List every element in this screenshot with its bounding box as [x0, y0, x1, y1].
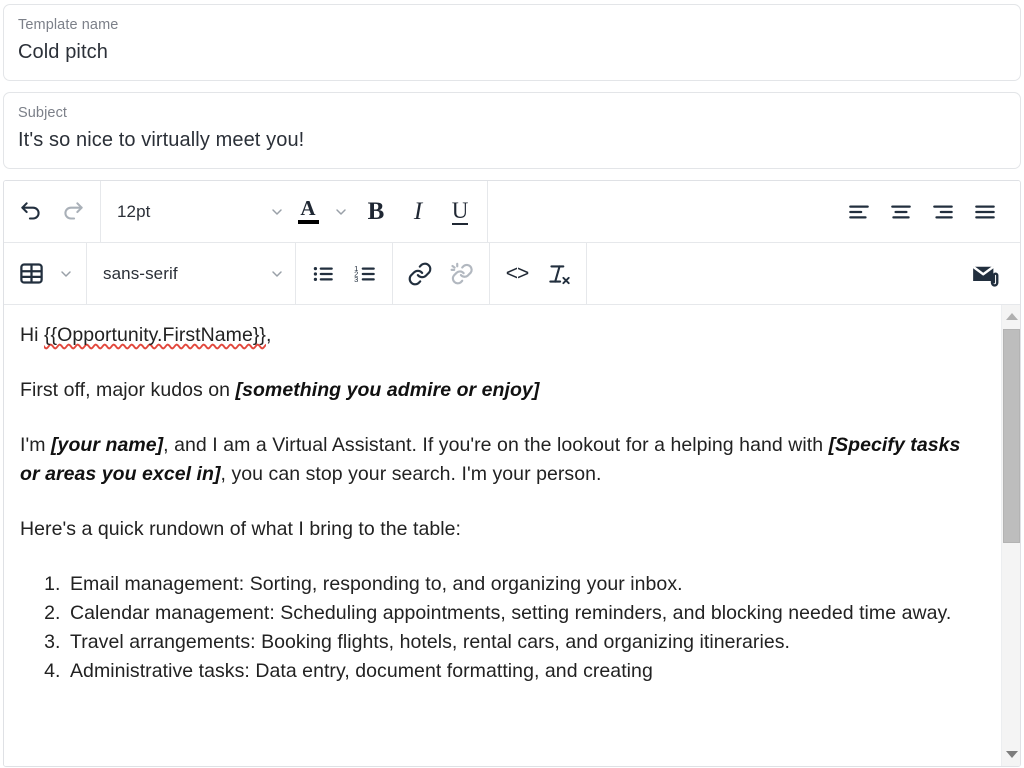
font-size-value: 12pt	[117, 201, 151, 221]
numbered-list-button[interactable]: 1 2 3	[344, 252, 386, 296]
scroll-up-icon[interactable]	[1002, 307, 1020, 326]
body-paragraph-intro: I'm [your name], and I am a Virtual Assi…	[20, 431, 985, 489]
code-format-group: <>	[490, 243, 587, 304]
unlink-button[interactable]	[441, 252, 483, 296]
intro-c: , you can stop your search. I'm your per…	[220, 463, 602, 485]
email-attachment-button[interactable]	[964, 252, 1006, 296]
font-family-group: sans-serif	[87, 243, 296, 304]
redo-button[interactable]	[52, 190, 94, 234]
scroll-down-icon[interactable]	[1002, 745, 1020, 764]
font-format-group: 12pt A B I U	[101, 181, 488, 242]
table-group	[4, 243, 87, 304]
list-group: 1 2 3	[296, 243, 393, 304]
bullet-list-button[interactable]	[302, 252, 344, 296]
greeting-prefix: Hi	[20, 324, 44, 346]
italic-button[interactable]: I	[397, 190, 439, 234]
underline-glyph: U	[451, 197, 469, 225]
body-paragraph-kudos: First off, major kudos on [something you…	[20, 376, 985, 405]
attachment-group	[587, 243, 1020, 304]
template-name-input[interactable]: Cold pitch	[18, 39, 1006, 66]
source-code-glyph: <>	[505, 262, 530, 285]
subject-card[interactable]: Subject It's so nice to virtually meet y…	[3, 92, 1021, 169]
align-right-button[interactable]	[922, 190, 964, 234]
text-color-chevron-down-icon[interactable]	[327, 190, 355, 234]
template-name-card[interactable]: Template name Cold pitch	[3, 4, 1021, 81]
font-size-select[interactable]: 12pt	[107, 190, 289, 234]
body-paragraph-greeting: Hi {{Opportunity.FirstName}},	[20, 321, 985, 350]
clear-formatting-button[interactable]	[538, 252, 580, 296]
text-color-swatch	[297, 220, 319, 224]
greeting-suffix: ,	[265, 324, 272, 346]
subject-input[interactable]: It's so nice to virtually meet you!	[18, 127, 1006, 154]
undo-button[interactable]	[10, 190, 52, 234]
scrollbar-thumb[interactable]	[1003, 329, 1020, 543]
toolbar-row-2: sans-serif 1 2 3 <>	[4, 243, 1020, 305]
email-template-editor-page: Template name Cold pitch Subject It's so…	[0, 4, 1024, 768]
rich-text-editor: 12pt A B I U sans-serif 1 2 3 <> Hi {{Op…	[3, 180, 1021, 767]
source-code-button[interactable]: <>	[496, 252, 538, 296]
text-color-button[interactable]: A	[289, 190, 327, 234]
bold-glyph: B	[367, 198, 385, 225]
link-button[interactable]	[399, 252, 441, 296]
merge-field-token: {{Opportunity.FirstName}}	[43, 324, 266, 346]
editor-body-wrap: Hi {{Opportunity.FirstName}}, First off,…	[4, 305, 1020, 766]
intro-b: , and I am a Virtual Assistant. If you'r…	[163, 434, 829, 456]
underline-button[interactable]: U	[439, 190, 481, 234]
placeholder-token: [your name]	[51, 434, 164, 456]
align-left-button[interactable]	[838, 190, 880, 234]
table-button[interactable]	[10, 252, 52, 296]
list-item: Administrative tasks: Data entry, docume…	[66, 657, 985, 686]
chevron-down-icon	[255, 204, 285, 220]
toolbar-row-1: 12pt A B I U	[4, 181, 1020, 243]
list-item: Email management: Sorting, responding to…	[66, 570, 985, 599]
template-name-label: Template name	[18, 17, 119, 33]
subject-label: Subject	[18, 105, 68, 121]
font-family-select[interactable]: sans-serif	[93, 252, 289, 296]
kudos-prefix: First off, major kudos on	[20, 379, 236, 401]
body-numbered-list: Email management: Sorting, responding to…	[20, 570, 985, 686]
svg-text:3: 3	[354, 274, 358, 283]
text-color-glyph: A	[300, 196, 316, 220]
italic-glyph: I	[413, 198, 423, 225]
link-group	[393, 243, 490, 304]
chevron-down-icon	[255, 266, 285, 282]
editor-body[interactable]: Hi {{Opportunity.FirstName}}, First off,…	[4, 305, 1001, 766]
align-justify-button[interactable]	[964, 190, 1006, 234]
font-family-value: sans-serif	[103, 263, 178, 283]
body-paragraph-rundown: Here's a quick rundown of what I bring t…	[20, 518, 461, 540]
bold-button[interactable]: B	[355, 190, 397, 234]
placeholder-token: [something you admire or enjoy]	[235, 379, 540, 401]
alignment-group	[488, 181, 1020, 242]
editor-scrollbar[interactable]	[1001, 305, 1020, 766]
list-item: Calendar management: Scheduling appointm…	[66, 599, 985, 628]
table-chevron-down-icon[interactable]	[52, 252, 80, 296]
list-item: Travel arrangements: Booking flights, ho…	[66, 628, 985, 657]
align-center-button[interactable]	[880, 190, 922, 234]
intro-a: I'm	[20, 434, 52, 456]
history-group	[4, 181, 101, 242]
